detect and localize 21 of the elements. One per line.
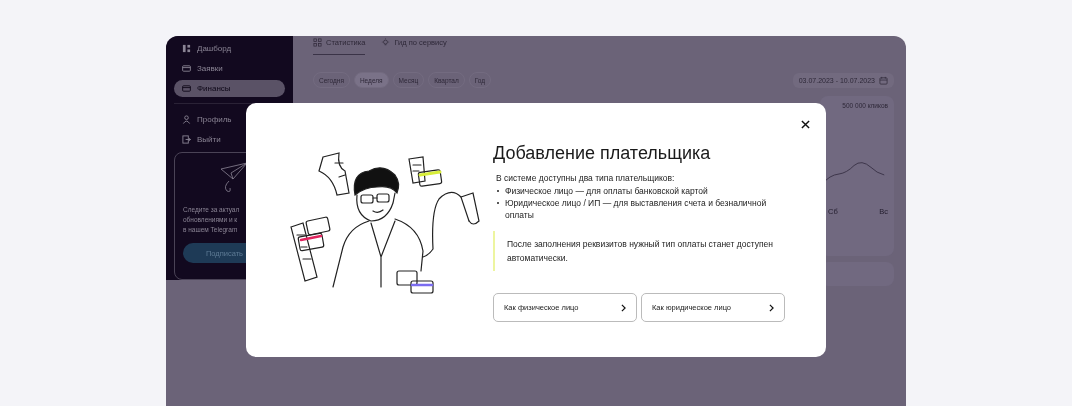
grid-icon (313, 37, 322, 47)
list-item-text: Физическое лицо — для оплаты банковской картой (505, 185, 708, 197)
card-icon (182, 84, 191, 94)
sidebar-item[interactable]: Выйти (174, 131, 285, 148)
sidebar-item[interactable]: Заявки (174, 60, 285, 77)
sidebar-item[interactable]: Дашборд (174, 40, 285, 57)
logout-icon (182, 135, 191, 145)
note-text: После заполнения реквизитов нужный тип оплаты станет доступен автоматически. (493, 231, 785, 271)
dashboard-icon (182, 43, 191, 53)
dialog-title: Добавление плательщика (493, 143, 712, 164)
close-button[interactable] (798, 117, 812, 131)
intro-text: В системе доступны два типа плательщиков: (496, 172, 676, 184)
sidebar-item[interactable]: Профиль (174, 111, 285, 128)
paper-plane-icon (219, 161, 249, 195)
chevron-right-icon (621, 303, 626, 312)
card-icon (182, 63, 191, 73)
list-item-text: Юридическое лицо / ИП — для выставления счета и безналичной оплаты (505, 197, 768, 221)
chevron-right-icon (769, 303, 774, 312)
close-icon (800, 119, 810, 129)
sidebar-item[interactable]: Финансы (174, 80, 285, 97)
calendar-icon (879, 75, 888, 85)
